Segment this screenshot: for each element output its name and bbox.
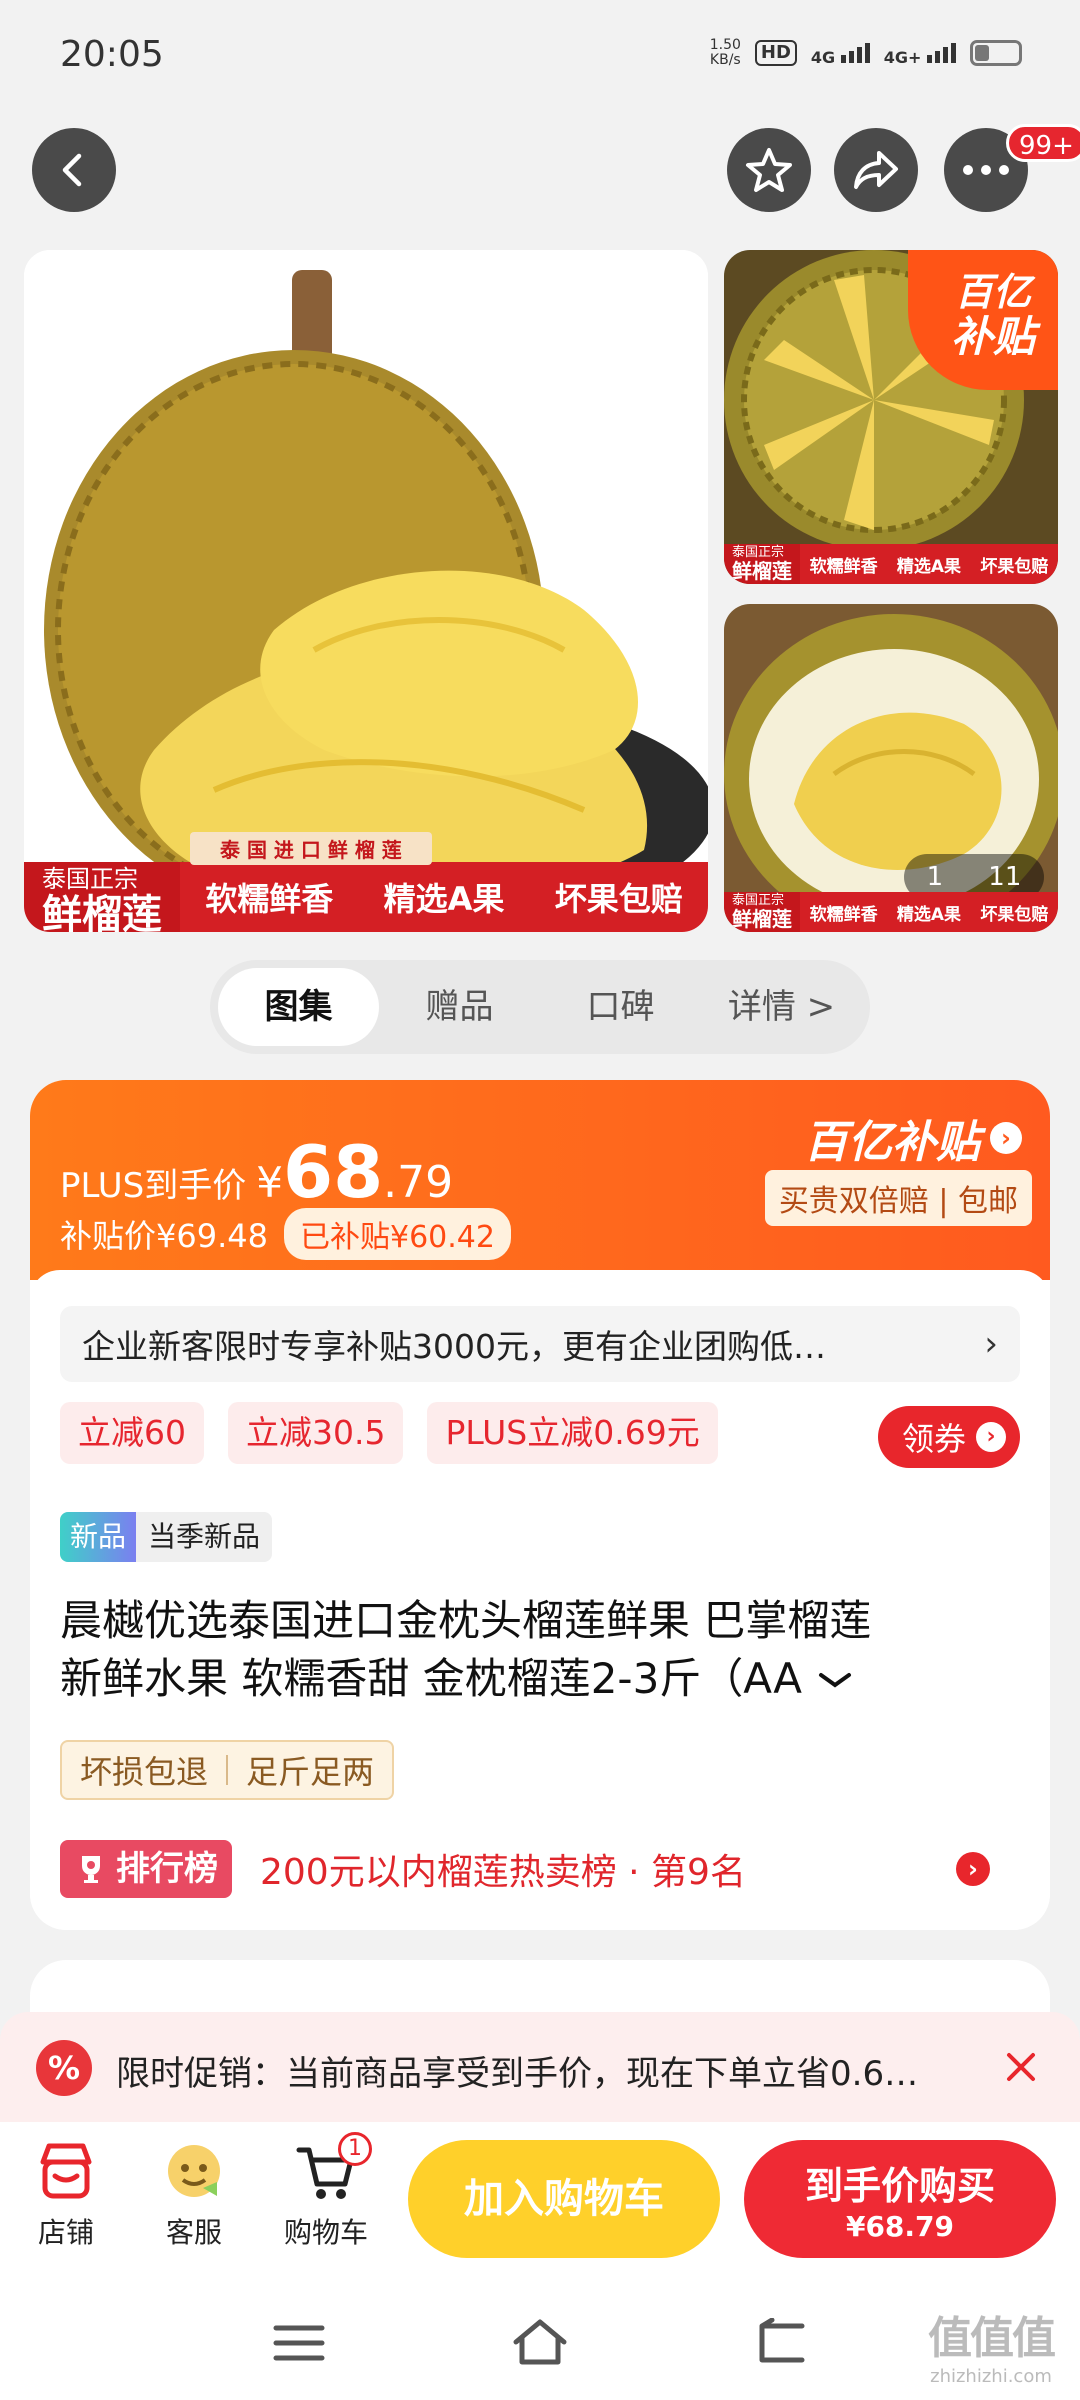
home-icon[interactable] [510, 2316, 570, 2368]
guarantee-tag: 买贵双倍赔 | 包邮 [764, 1170, 1032, 1226]
clock: 20:05 [60, 34, 164, 75]
more-dots-icon [963, 165, 1009, 175]
chevron-right-icon: › [956, 1852, 990, 1886]
customer-service-button[interactable]: 客服 [152, 2138, 236, 2251]
thumb2-banner: 泰国正宗 鲜榴莲 软糯鲜香 精选A果 坏果包赔 [724, 892, 1058, 932]
thumbnail-image-1[interactable]: 百亿 补贴 泰国正宗 鲜榴莲 软糯鲜香 精选A果 坏果包赔 [724, 250, 1058, 584]
store-button[interactable]: 店铺 [24, 2138, 108, 2251]
price-header: PLUS到手价 ¥ 68 .79 补贴价¥69.48 已补贴¥60.42 百亿补… [30, 1080, 1050, 1280]
message-count-badge: 99+ [1006, 124, 1080, 162]
hd-icon: HD [754, 40, 797, 66]
sim2-signal-icon: 4G+ [884, 41, 956, 66]
share-button[interactable] [834, 128, 918, 212]
coupon-chip[interactable]: PLUS立减0.69元 [427, 1402, 718, 1464]
network-speed: 1.50 KB/s [709, 37, 741, 68]
ranking-row[interactable]: 排行榜 200元以内榴莲热卖榜 · 第9名 › [60, 1836, 1020, 1902]
tab-details[interactable]: 详情 > [701, 968, 862, 1046]
buy-now-button[interactable]: 到手价购买 ¥68.79 [744, 2140, 1056, 2258]
system-navigation-bar: 值值值 zhizhizhi.com [0, 2282, 1080, 2400]
coupon-list: 立减60 立减30.5 PLUS立减0.69元 [60, 1402, 718, 1464]
plus-price: PLUS到手价 ¥ 68 .79 [60, 1130, 454, 1214]
share-icon [854, 151, 898, 189]
back-nav-icon[interactable] [752, 2318, 808, 2366]
cart-count-badge: 1 [338, 2132, 372, 2166]
chevron-down-icon[interactable] [815, 1669, 855, 1693]
subsidized-amount: 已补贴¥60.42 [283, 1208, 511, 1260]
section-tabs: 图集 赠品 口碑 详情 > [210, 960, 870, 1054]
thumbnail-image-2[interactable]: 1 11 泰国正宗 鲜榴莲 软糯鲜香 精选A果 坏果包赔 [724, 604, 1058, 932]
coupon-chip[interactable]: 立减60 [60, 1402, 204, 1464]
add-to-cart-button[interactable]: 加入购物车 [408, 2140, 720, 2258]
enterprise-notice[interactable]: 企业新客限时专享补贴3000元，更有企业团购低… › [60, 1306, 1020, 1382]
main-image-banner: 泰国正宗 鲜榴莲 泰 国 进 口 鲜 榴 莲 软糯鲜香 精选A果 坏果包赔 [24, 832, 708, 932]
tab-reviews[interactable]: 口碑 [540, 968, 701, 1046]
back-button[interactable] [32, 128, 116, 212]
store-icon [40, 2143, 92, 2199]
product-info-card: PLUS到手价 ¥ 68 .79 补贴价¥69.48 已补贴¥60.42 百亿补… [30, 1080, 1050, 1930]
get-coupon-button[interactable]: 领券 › [877, 1406, 1020, 1468]
trophy-icon [82, 1856, 100, 1883]
discount-icon: % [36, 2040, 92, 2096]
product-title: 晨樾优选泰国进口金枕头榴莲鲜果 巴掌榴莲 新鲜水果 软糯香甜 金枕榴莲2-3斤（… [60, 1596, 872, 1703]
close-icon[interactable] [1004, 2050, 1038, 2084]
coupon-chip[interactable]: 立减30.5 [228, 1402, 404, 1464]
ranking-badge: 排行榜 [60, 1840, 232, 1898]
bottom-action-bar: 店铺 客服 购物车 1 加入购物车 到手价购买 ¥68.79 [0, 2122, 1080, 2282]
main-product-image[interactable]: 泰国正宗 鲜榴莲 泰 国 进 口 鲜 榴 莲 软糯鲜香 精选A果 坏果包赔 [24, 250, 708, 932]
new-product-tag: 新品 当季新品 [60, 1512, 273, 1562]
service-promises: 坏损包退 足斤足两 [60, 1740, 395, 1800]
tab-gallery[interactable]: 图集 [218, 968, 379, 1046]
main-selling-points: 泰 国 进 口 鲜 榴 莲 软糯鲜香 精选A果 坏果包赔 [180, 832, 708, 932]
subsidy-price: 补贴价¥69.48 [60, 1217, 268, 1255]
favorite-button[interactable] [727, 128, 811, 212]
status-bar: 20:05 1.50 KB/s HD 4G 4G+ [0, 0, 1080, 110]
thumb1-banner: 泰国正宗 鲜榴莲 软糯鲜香 精选A果 坏果包赔 [724, 544, 1058, 584]
cart-button[interactable]: 购物车 1 [276, 2132, 376, 2251]
tab-gifts[interactable]: 赠品 [379, 968, 540, 1046]
status-icons: 1.50 KB/s HD 4G 4G+ [710, 38, 1022, 68]
customer-service-icon [168, 2145, 220, 2197]
chevron-right-icon: › [984, 1324, 998, 1364]
promotion-bar[interactable]: % 限时促销：当前商品享受到手价，现在下单立省0.6… [0, 2012, 1080, 2122]
chevron-right-icon: › [976, 1422, 1006, 1452]
star-icon [746, 148, 792, 192]
durian-image [24, 250, 708, 932]
battery-icon [970, 40, 1022, 66]
sim1-signal-icon: 4G [811, 41, 870, 66]
chevron-right-icon: › [990, 1122, 1022, 1154]
watermark: 值值值 zhizhizhi.com [928, 2313, 1056, 2387]
chevron-left-icon [62, 153, 82, 187]
main-origin-tag: 泰国正宗 鲜榴莲 [24, 862, 180, 932]
menu-icon[interactable] [272, 2322, 326, 2364]
subsidy-brand-link[interactable]: 百亿补贴 › [804, 1106, 1022, 1170]
